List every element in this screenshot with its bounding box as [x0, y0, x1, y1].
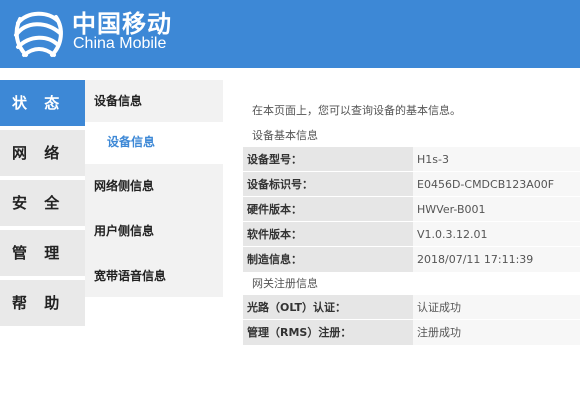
table-row: 管理（RMS）注册： 注册成功: [243, 319, 580, 345]
row-label: 设备型号：: [243, 146, 413, 172]
subnav-voice-info[interactable]: 宽带语音信息: [85, 254, 223, 299]
subnav-user-info[interactable]: 用户侧信息: [85, 209, 223, 254]
nav-item-status[interactable]: 状 态: [0, 80, 85, 130]
nav-item-management[interactable]: 管 理: [0, 230, 85, 280]
basic-info-title: 设备基本信息: [252, 129, 318, 142]
table-row: 光路（OLT）认证： 认证成功: [243, 294, 580, 320]
row-label: 设备标识号：: [243, 171, 413, 197]
row-value: E0456D-CMDCB123A00F: [413, 171, 580, 197]
row-label: 制造信息：: [243, 246, 413, 272]
subnav-network-info[interactable]: 网络侧信息: [85, 164, 223, 209]
basic-info-table: 设备型号： H1s-3 设备标识号： E0456D-CMDCB123A00F 硬…: [243, 146, 580, 272]
brand-name-cn: 中国移动: [72, 10, 172, 38]
table-row: 设备标识号： E0456D-CMDCB123A00F: [243, 171, 580, 197]
registration-info-table: 光路（OLT）认证： 认证成功 管理（RMS）注册： 注册成功: [243, 294, 580, 345]
row-value: 注册成功: [413, 319, 580, 345]
china-mobile-logo-icon: [14, 11, 63, 57]
sub-nav: 设备信息 设备信息 网络侧信息 用户侧信息 宽带语音信息: [85, 80, 223, 297]
subnav-device-info[interactable]: 设备信息: [85, 122, 223, 164]
row-label: 硬件版本：: [243, 196, 413, 222]
brand-name-en: China Mobile: [73, 35, 167, 52]
main-nav: 状 态 网 络 安 全 管 理 帮 助: [0, 80, 85, 330]
page-intro: 在本页面上，您可以查询设备的基本信息。: [252, 104, 461, 117]
row-value: HWVer-B001: [413, 196, 580, 222]
table-row: 制造信息： 2018/07/11 17:11:39: [243, 246, 580, 272]
registration-info-title: 网关注册信息: [252, 277, 318, 290]
table-row: 硬件版本： HWVer-B001: [243, 196, 580, 222]
nav-item-security[interactable]: 安 全: [0, 180, 85, 230]
row-label: 软件版本：: [243, 221, 413, 247]
nav-item-help[interactable]: 帮 助: [0, 280, 85, 330]
table-row: 设备型号： H1s-3: [243, 146, 580, 172]
row-value: V1.0.3.12.01: [413, 221, 580, 247]
row-value: 2018/07/11 17:11:39: [413, 246, 580, 272]
table-row: 软件版本： V1.0.3.12.01: [243, 221, 580, 247]
row-label: 光路（OLT）认证：: [243, 294, 413, 320]
subnav-device-info-group[interactable]: 设备信息: [85, 80, 223, 122]
row-label: 管理（RMS）注册：: [243, 319, 413, 345]
row-value: H1s-3: [413, 146, 580, 172]
header-bar: 中国移动 China Mobile: [0, 0, 580, 68]
row-value: 认证成功: [413, 294, 580, 320]
nav-item-network[interactable]: 网 络: [0, 130, 85, 180]
